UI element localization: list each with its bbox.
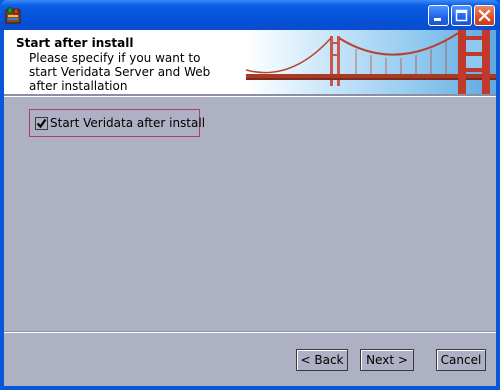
step-description: Please specify if you want to start Veri… [29,51,211,93]
start-after-install-checkbox[interactable] [35,117,48,130]
title-bar[interactable] [0,0,500,30]
header-divider [4,94,496,97]
next-button[interactable]: Next > [360,349,414,371]
minimize-button[interactable] [428,5,449,26]
maximize-icon [455,9,468,22]
installer-window: Start after install Please specify if yo… [0,0,500,390]
wizard-header: Start after install Please specify if yo… [4,30,496,94]
step-title: Start after install [16,36,134,50]
start-after-install-option[interactable]: Start Veridata after install [29,109,205,137]
minimize-icon [434,18,441,21]
footer-divider [4,331,496,333]
close-button[interactable] [474,5,495,26]
maximize-button[interactable] [451,5,472,26]
back-button[interactable]: < Back [296,349,348,371]
dialog-client-area: Start after install Please specify if yo… [4,30,496,386]
golden-gate-bridge-image [246,30,496,94]
close-icon [478,9,491,22]
checkmark-icon [36,118,47,129]
cancel-button[interactable]: Cancel [436,349,486,371]
installer-icon [5,7,22,24]
start-after-install-label[interactable]: Start Veridata after install [50,116,205,130]
